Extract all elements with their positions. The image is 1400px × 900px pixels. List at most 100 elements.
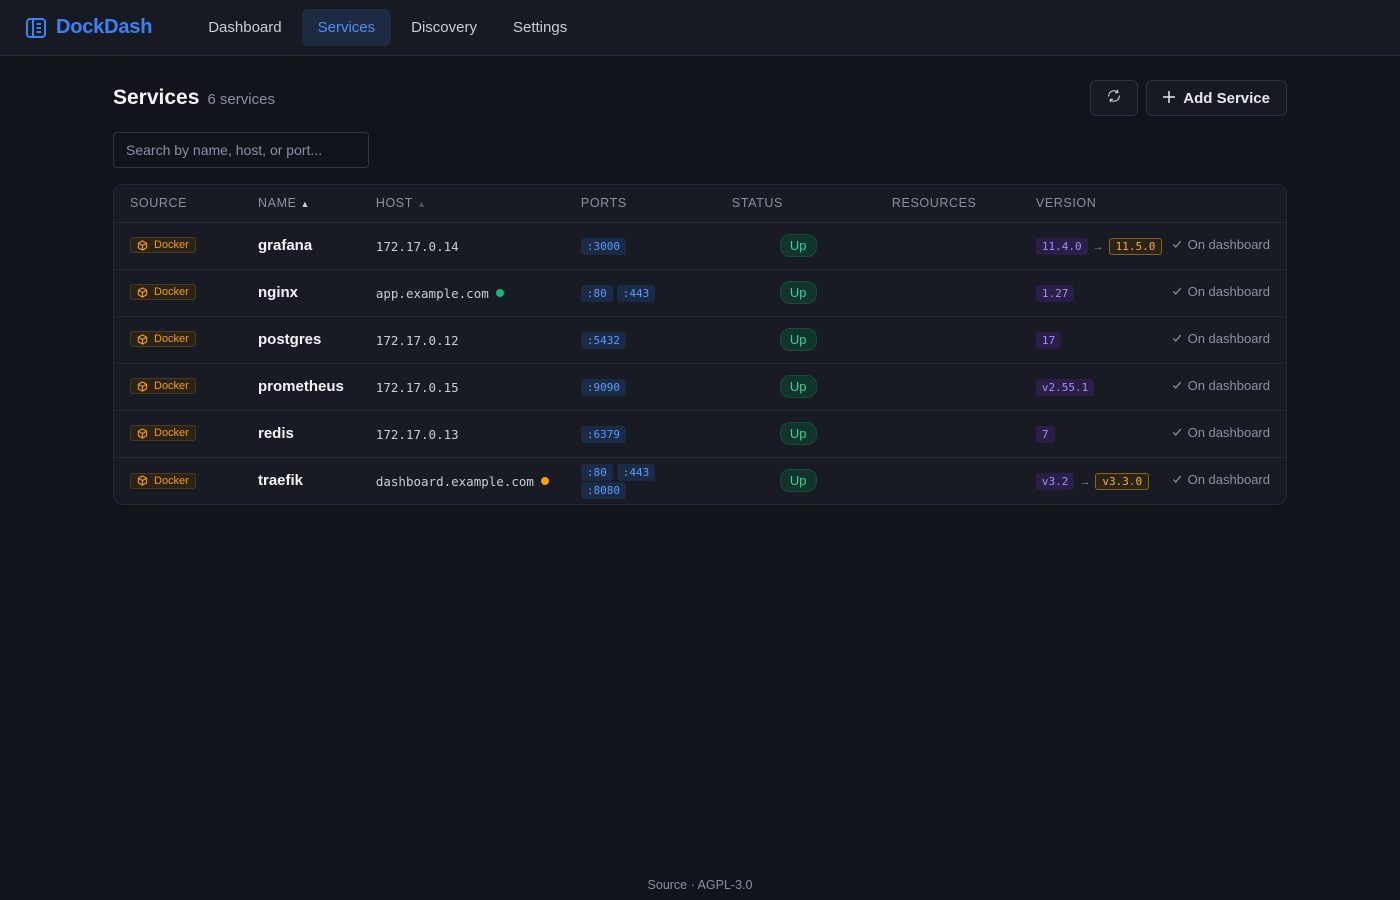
cell-source: Docker	[114, 222, 242, 270]
version-badge: v2.55.1	[1035, 378, 1095, 396]
plus-icon	[1163, 90, 1176, 107]
on-dashboard-label: On dashboard	[1187, 471, 1270, 487]
cell-ports: :6379	[564, 410, 716, 458]
cell-host: 172.17.0.14	[359, 222, 565, 270]
source-label: Docker	[154, 239, 189, 252]
cell-ports: :3000	[564, 222, 716, 270]
footer: Source · AGPL-3.0	[0, 878, 1400, 892]
service-host[interactable]: 172.17.0.12	[376, 333, 459, 348]
cell-status: Up	[715, 316, 876, 364]
cell-name: prometheus	[242, 363, 360, 411]
cell-name: redis	[242, 410, 360, 458]
on-dashboard-toggle[interactable]: On dashboard	[1172, 425, 1270, 440]
version-badge: 11.4.0	[1035, 237, 1088, 255]
port-badge[interactable]: :80	[580, 463, 613, 481]
on-dashboard-toggle[interactable]: On dashboard	[1172, 472, 1270, 487]
refresh-button[interactable]	[1090, 80, 1139, 116]
port-badge[interactable]: :443	[616, 463, 656, 481]
service-name[interactable]: postgres	[258, 331, 321, 348]
service-host[interactable]: app.example.com	[376, 286, 489, 301]
port-badge[interactable]: :9090	[580, 378, 627, 396]
service-name[interactable]: nginx	[258, 284, 298, 301]
col-name[interactable]: NAME ▲	[242, 185, 360, 223]
on-dashboard-toggle[interactable]: On dashboard	[1172, 331, 1270, 346]
check-icon	[1172, 380, 1182, 390]
docker-box-icon	[137, 381, 148, 392]
on-dashboard-toggle[interactable]: On dashboard	[1172, 378, 1270, 393]
brand[interactable]: DockDash	[24, 16, 152, 40]
port-badge[interactable]: :80	[580, 284, 613, 302]
table-header-row: SOURCE NAME ▲ HOST ▲ PORTS STATUS RESOURCE…	[114, 185, 1286, 223]
source-label: Docker	[154, 286, 189, 299]
check-icon	[1172, 474, 1182, 484]
on-dashboard-label: On dashboard	[1187, 377, 1270, 393]
docker-box-icon	[137, 334, 148, 345]
cell-name: nginx	[242, 269, 360, 317]
table-row[interactable]: Docker redis 172.17.0.13 :6379 Up 7 On d…	[114, 410, 1286, 458]
version-badge: 17	[1035, 331, 1062, 349]
table-row[interactable]: Docker grafana 172.17.0.14 :3000 Up 11.4…	[114, 222, 1286, 270]
cell-resources	[875, 269, 1020, 317]
cell-source: Docker	[114, 316, 242, 364]
port-badge[interactable]: :443	[616, 284, 656, 302]
on-dashboard-toggle[interactable]: On dashboard	[1172, 237, 1270, 252]
update-available-badge[interactable]: v3.3.0	[1095, 472, 1150, 490]
service-host[interactable]: 172.17.0.13	[376, 427, 459, 442]
update-available-badge[interactable]: 11.5.0	[1108, 237, 1163, 255]
port-badge[interactable]: :3000	[580, 237, 627, 255]
cell-status: Up	[715, 222, 876, 270]
main-content: Services 6 services Add Service Search b…	[113, 80, 1287, 505]
table-row[interactable]: Docker nginx app.example.com :80:443 Up …	[114, 269, 1286, 317]
status-badge: Up	[779, 281, 817, 304]
port-badge[interactable]: :8080	[580, 481, 627, 499]
service-name[interactable]: redis	[258, 425, 294, 442]
page-header: Services 6 services Add Service	[113, 80, 1287, 116]
nav-dashboard[interactable]: Dashboard	[192, 9, 297, 46]
footer-text[interactable]: Source · AGPL-3.0	[648, 878, 753, 892]
docker-badge: Docker	[130, 378, 196, 395]
main-nav: Dashboard Services Discovery Settings	[192, 9, 583, 46]
docker-box-icon	[137, 475, 148, 486]
cell-status: Up	[715, 269, 876, 317]
docker-badge: Docker	[130, 425, 196, 442]
col-host[interactable]: HOST ▲	[359, 185, 565, 223]
cell-host: app.example.com	[359, 269, 565, 317]
docker-badge: Docker	[130, 331, 196, 348]
cell-name: grafana	[242, 222, 360, 270]
on-dashboard-label: On dashboard	[1187, 424, 1270, 440]
service-name[interactable]: prometheus	[258, 378, 344, 395]
service-name[interactable]: grafana	[258, 237, 312, 254]
table-row[interactable]: Docker postgres 172.17.0.12 :5432 Up 17 …	[114, 316, 1286, 364]
service-host[interactable]: 172.17.0.15	[376, 380, 459, 395]
page-title: Services	[113, 86, 200, 109]
service-host[interactable]: 172.17.0.14	[376, 239, 459, 254]
on-dashboard-label: On dashboard	[1187, 330, 1270, 346]
add-service-label: Add Service	[1183, 89, 1270, 107]
table-row[interactable]: Docker traefik dashboard.example.com :80…	[114, 457, 1286, 504]
version-badge: v3.2	[1035, 472, 1075, 490]
on-dashboard-toggle[interactable]: On dashboard	[1172, 284, 1270, 299]
nav-discovery[interactable]: Discovery	[395, 9, 493, 46]
service-host[interactable]: dashboard.example.com	[376, 474, 534, 489]
cell-source: Docker	[114, 269, 242, 317]
services-count: 6 services	[207, 91, 275, 108]
docker-badge: Docker	[130, 472, 196, 489]
port-badge[interactable]: :6379	[580, 425, 627, 443]
on-dashboard-label: On dashboard	[1187, 283, 1270, 299]
table-row[interactable]: Docker prometheus 172.17.0.15 :9090 Up v…	[114, 363, 1286, 411]
service-name[interactable]: traefik	[258, 472, 303, 489]
cell-host: 172.17.0.12	[359, 316, 565, 364]
docker-box-icon	[137, 428, 148, 439]
docker-box-icon	[137, 287, 148, 298]
search-input[interactable]	[113, 132, 369, 168]
sidebar-panel-icon	[24, 16, 48, 40]
col-source[interactable]: SOURCE	[114, 185, 242, 223]
cell-status: Up	[716, 457, 876, 504]
nav-settings[interactable]: Settings	[497, 9, 583, 46]
add-service-button[interactable]: Add Service	[1146, 80, 1287, 116]
col-status: STATUS	[715, 185, 876, 223]
port-badge[interactable]: :5432	[580, 331, 627, 349]
nav-services[interactable]: Services	[301, 9, 392, 46]
status-badge: Up	[779, 375, 817, 398]
check-icon	[1172, 427, 1182, 437]
